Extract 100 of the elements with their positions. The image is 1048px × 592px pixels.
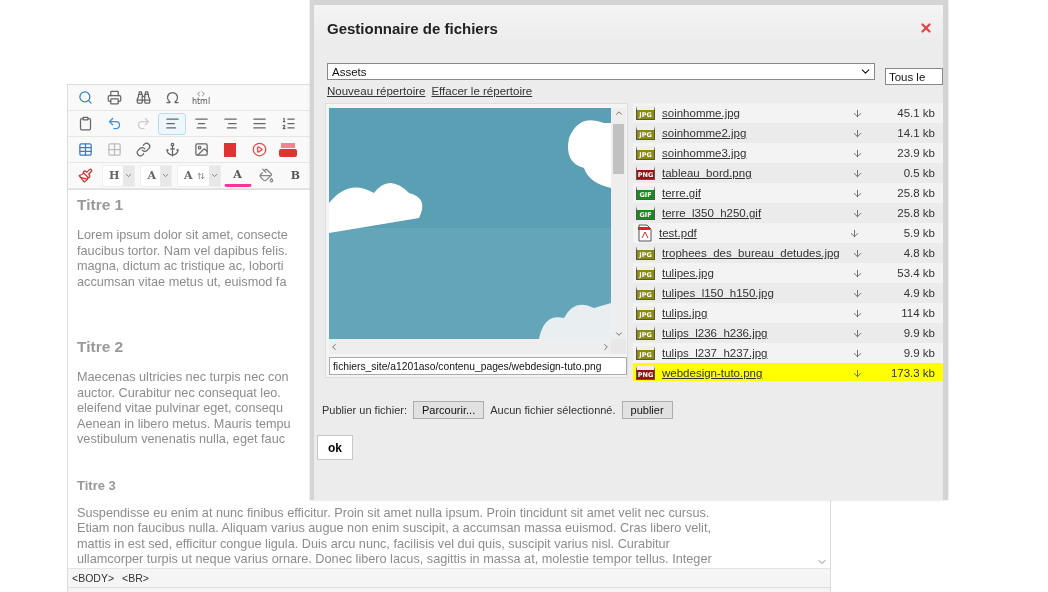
file-row[interactable]: test.pdf 5.9 kb <box>633 223 943 243</box>
paragraph-text: Lorem ipsum dolor sit amet, consecte faucibus tortor. Nam vel dapibus felis. magna, dictum ac tristique ac, loborti accumsan vitae metus ut, euismod fa <box>77 228 288 290</box>
heading-text: Titre 3 <box>77 477 116 493</box>
filter-select[interactable]: Tous le <box>884 68 943 85</box>
file-size: 4.9 kb <box>902 287 935 299</box>
file-size: 9.9 kb <box>902 327 935 339</box>
path-field[interactable]: fichiers_site/a1201aso/contenu_pages/webdesign-tuto.png <box>329 357 627 375</box>
format-dropdown[interactable]: A <box>140 164 172 187</box>
close-button[interactable] <box>919 21 933 35</box>
play-icon <box>251 142 267 157</box>
upload-label: Publier un fichier: <box>322 404 407 416</box>
redo-icon <box>135 116 151 131</box>
download-icon[interactable] <box>852 207 863 219</box>
format-dropdown[interactable]: A <box>176 164 221 187</box>
paragraph-text: Maecenas ultricies nec turpis nec con auctor. Curabitur nec consequat leo. eleifend vitae pulvinar eget, consequ Aenean in libero metus. Mauris tempu vestibulum venenatis nulla, eget fauc <box>77 370 291 448</box>
heading-text: Titre 2 <box>77 338 124 356</box>
brush-icon <box>77 168 93 183</box>
file-link[interactable]: webdesign-tuto.png <box>662 367 852 379</box>
file-size: 53.4 kb <box>896 267 935 279</box>
download-icon[interactable] <box>852 347 863 359</box>
heading-text: Titre 1 <box>77 196 124 214</box>
file-size: 14.1 kb <box>896 127 935 139</box>
file-link[interactable]: tulipes.jpg <box>662 267 852 279</box>
download-icon[interactable] <box>852 107 863 119</box>
element-path-item[interactable]: <BODY> <box>72 572 115 584</box>
upload-status: Aucun fichier sélectionné. <box>490 404 616 416</box>
folder-link[interactable]: Nouveau répertoire <box>327 85 426 97</box>
bold-button[interactable]: B <box>281 164 310 187</box>
close-icon <box>919 21 933 35</box>
file-link[interactable]: tulips_l237_h237.jpg <box>662 347 852 359</box>
caret-icon <box>160 171 170 180</box>
download-icon[interactable] <box>852 147 863 159</box>
download-icon[interactable] <box>852 287 863 299</box>
file-size: 25.8 kb <box>896 187 935 199</box>
paint-bucket-icon <box>259 168 274 183</box>
file-size: 4.8 kb <box>902 247 935 259</box>
file-link[interactable]: terre_l350_h250.gif <box>662 207 852 219</box>
file-size: 0.5 kb <box>902 167 935 179</box>
pdf-file-icon <box>636 224 652 242</box>
download-icon[interactable] <box>852 367 863 379</box>
file-link[interactable]: test.pdf <box>659 227 849 239</box>
clipboard-icon <box>77 116 93 131</box>
size-icon <box>196 171 205 180</box>
download-icon[interactable] <box>852 307 863 319</box>
file-link[interactable]: soinhomme.jpg <box>662 107 852 119</box>
scroll-left-icon[interactable] <box>329 341 339 352</box>
file-size: 114 kb <box>900 307 935 319</box>
file-link[interactable]: tulips_l236_h236.jpg <box>662 327 852 339</box>
printer-icon <box>106 90 122 105</box>
download-icon[interactable] <box>852 187 863 199</box>
download-icon[interactable] <box>852 267 863 279</box>
align-right-icon <box>222 116 238 131</box>
grid-icon <box>106 142 122 157</box>
folder-link[interactable]: Effacer le répertoire <box>431 85 533 97</box>
align-center-icon <box>193 116 209 131</box>
binoculars-icon <box>135 90 151 105</box>
download-icon[interactable] <box>852 247 863 259</box>
download-icon[interactable] <box>852 327 863 339</box>
horizontal-scrollbar[interactable] <box>329 339 611 354</box>
scroll-down-icon[interactable] <box>613 329 624 339</box>
table-icon <box>77 142 93 157</box>
file-size: 9.9 kb <box>902 347 935 359</box>
publish-button[interactable]: publier <box>621 401 673 419</box>
omega-icon <box>164 90 180 105</box>
format-dropdown[interactable]: H <box>102 164 136 187</box>
folder-select[interactable]: Assets <box>327 63 875 80</box>
file-link[interactable]: trophees_des_bureau_detudes.jpg <box>662 247 852 259</box>
download-icon[interactable] <box>849 227 860 239</box>
file-link[interactable]: terre.gif <box>662 187 852 199</box>
element-path-item[interactable]: <BR> <box>122 572 149 584</box>
code-icon <box>197 89 205 98</box>
file-size: 45.1 kb <box>896 107 935 119</box>
file-link[interactable]: soinhomme3.jpg <box>662 147 852 159</box>
scroll-right-icon[interactable] <box>601 341 611 352</box>
file-size: 173.3 kb <box>889 367 935 379</box>
file-link[interactable]: tulips.jpg <box>662 307 852 319</box>
file-link[interactable]: tableau_bord.png <box>662 167 852 179</box>
search-icon <box>77 90 93 105</box>
ok-button[interactable]: ok <box>317 435 353 460</box>
download-icon[interactable] <box>852 167 863 179</box>
file-size: 25.8 kb <box>896 207 935 219</box>
scrollbar-thumb[interactable] <box>613 124 624 174</box>
dialog-title: Gestionnaire de fichiers <box>327 19 498 37</box>
browse-button[interactable]: Parcourir... <box>413 401 485 419</box>
download-icon[interactable] <box>852 127 863 139</box>
font-color-button[interactable]: A <box>223 164 252 187</box>
file-size: 23.9 kb <box>896 147 935 159</box>
file-size: 5.9 kb <box>902 227 935 239</box>
paragraph-text: Suspendisse eu enim at nunc finibus efficitur. Proin sit amet nulla ipsum. Proin tincidunt sit amet velit nec cursus. Etiam non faucibus nulla. Aliquam varius augue non enim suscipit, a accumsan massa euismod. Cras libero velit, mattis in est sed, efficitur congue ligula. Duis arcu nunc, facilisis vel dui quis, suscipit varius nisl. Curabitur ullamcorper turpis ut neque varius ornare. Donec libero lacus, sagittis in massa at, molestie tempor tellus. Integer <box>77 505 712 568</box>
anchor-icon <box>164 142 180 157</box>
link-icon <box>135 142 151 157</box>
html-button[interactable]: html <box>187 86 215 109</box>
file-link[interactable]: soinhomme2.jpg <box>662 127 852 139</box>
justify-icon <box>251 116 267 131</box>
scroll-up-icon[interactable] <box>613 108 624 118</box>
align-left-button[interactable] <box>158 112 186 135</box>
caret-icon <box>209 171 219 180</box>
caret-icon <box>124 171 134 180</box>
align-left-icon <box>164 116 180 131</box>
file-link[interactable]: tulipes_l150_h150.jpg <box>662 287 852 299</box>
